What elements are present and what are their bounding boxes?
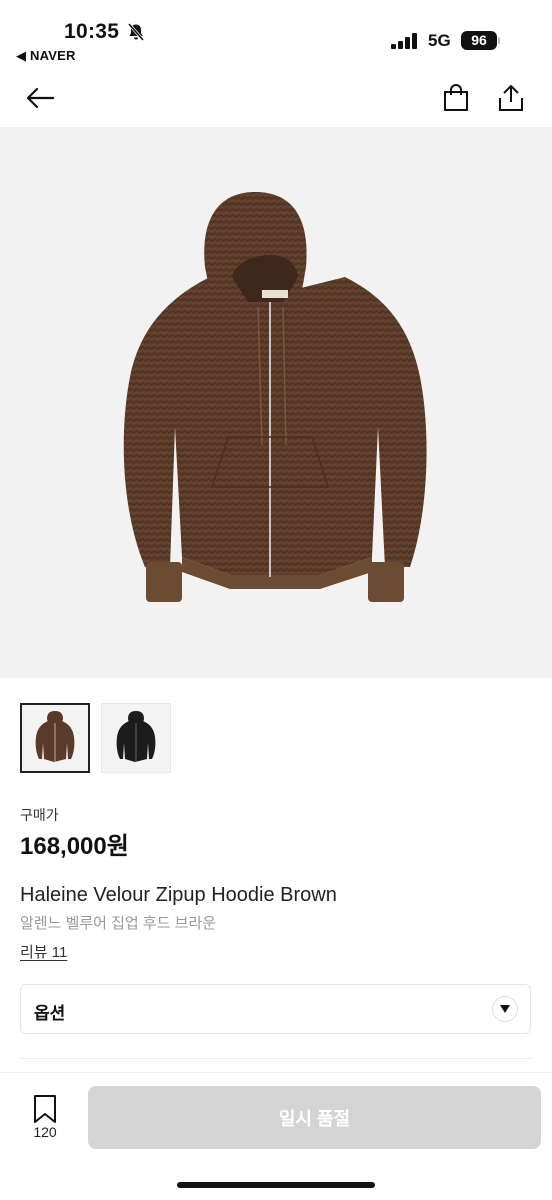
battery-level: 96	[461, 31, 497, 50]
option-toggle-button[interactable]	[492, 996, 518, 1022]
network-type: 5G	[428, 31, 451, 50]
hoodie-image	[123, 192, 427, 602]
sold-out-button[interactable]: 일시 품절	[88, 1086, 541, 1149]
price-label: 구매가	[20, 807, 59, 823]
home-indicator	[177, 1182, 375, 1188]
hoodie-thumbnail	[35, 711, 75, 762]
product-title: Haleine Velour Zipup Hoodie Brown	[20, 884, 337, 906]
top-nav	[0, 76, 552, 122]
bookmark-icon	[34, 1095, 56, 1123]
back-button[interactable]	[20, 76, 60, 120]
battery-cap	[498, 37, 500, 44]
bottom-action-bar: 120 일시 품절	[0, 1072, 552, 1200]
price: 168,000원	[20, 833, 129, 860]
review-link[interactable]: 리뷰 11	[20, 941, 67, 962]
status-bar: 10:35 ◀ NAVER 5G 96	[0, 0, 552, 70]
hoodie-thumbnail	[116, 711, 156, 762]
back-to-app-link[interactable]: ◀ NAVER	[16, 48, 76, 64]
wishlist-count: 120	[33, 1124, 57, 1140]
option-select[interactable]: 옵션	[20, 984, 531, 1034]
arrow-left-icon	[26, 87, 55, 109]
shopping-bag-icon	[444, 84, 468, 111]
bell-off-icon	[127, 23, 145, 41]
share-icon	[499, 85, 523, 111]
option-label: 옵션	[34, 1004, 66, 1023]
status-time: 10:35	[64, 20, 120, 43]
cart-button[interactable]	[436, 76, 476, 120]
thumbnail-brown[interactable]	[20, 703, 90, 773]
section-divider	[20, 1058, 532, 1059]
thumbnail-black[interactable]	[101, 703, 171, 773]
wishlist-button[interactable]: 120	[24, 1095, 66, 1145]
product-subtitle: 알렌느 벨루어 집업 후드 브라운	[20, 915, 217, 932]
product-hero-image[interactable]	[0, 127, 552, 678]
triangle-down-icon	[500, 1005, 510, 1013]
signal-icon	[391, 33, 417, 49]
share-button[interactable]	[491, 76, 531, 120]
